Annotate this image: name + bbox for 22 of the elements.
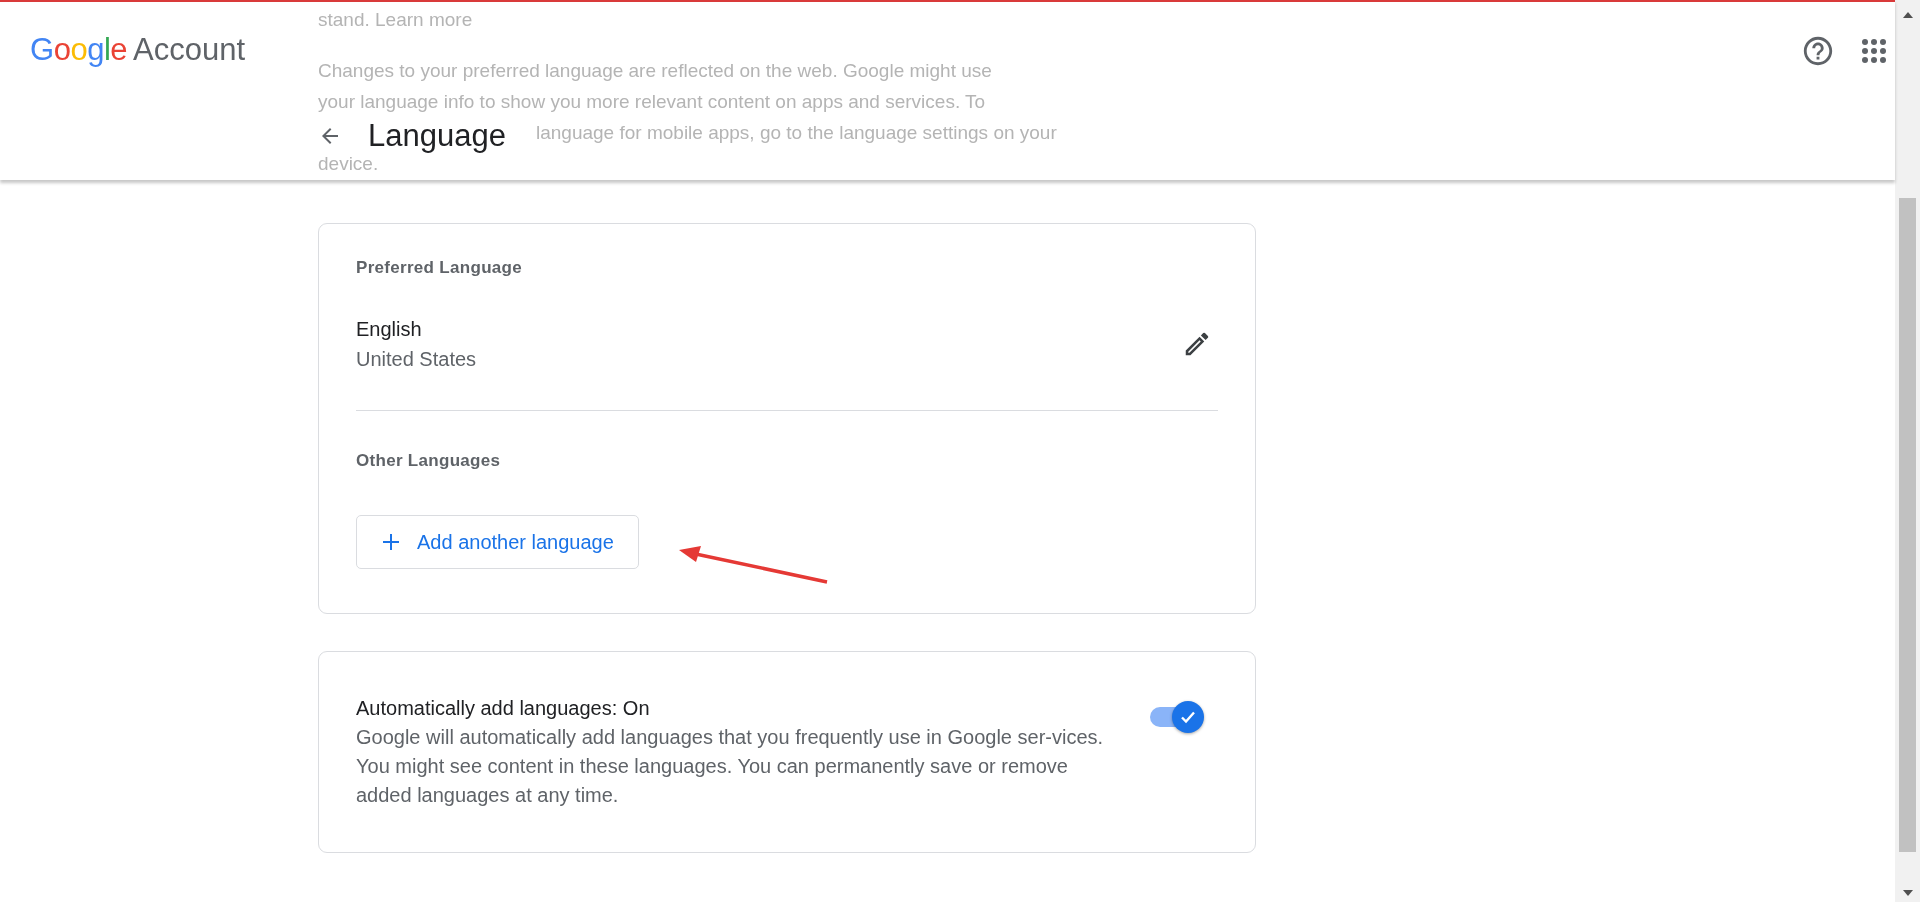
faded-text: language for mobile apps, go to the language settings on your — [536, 121, 1058, 145]
language-region: United States — [356, 347, 477, 372]
faded-text: device. — [318, 153, 380, 176]
scrollbar[interactable] — [1895, 0, 1920, 902]
section-label: Other Languages — [356, 451, 502, 471]
setting-description: Google will automatically add languages that you frequently use in Google ser-vices. You might see content in these languages. You can permanently save or remove added languages at any time. — [356, 725, 1105, 808]
toggle-switch[interactable] — [1148, 700, 1206, 734]
faded-text: stand. Learn more — [318, 8, 474, 32]
language-name: English — [356, 317, 423, 342]
faded-text: your language info to show you more relevant content on apps and services. To — [318, 90, 987, 114]
section-label: Preferred Language — [356, 258, 523, 278]
page-title: Language — [368, 118, 506, 154]
logo-text: Account — [133, 32, 246, 68]
logo-wordmark: Google — [30, 32, 127, 68]
scroll-up-icon[interactable] — [1902, 12, 1913, 18]
apps-button[interactable] — [1861, 38, 1887, 64]
faded-text: Changes to your preferred language are reflected on the web. Google might use — [318, 59, 993, 83]
add-language-button[interactable]: Add another language — [356, 515, 639, 569]
scroll-down-icon[interactable] — [1902, 890, 1913, 896]
setting-title: Automatically add languages: On — [356, 696, 651, 721]
help-button[interactable] — [1801, 34, 1835, 68]
plus-icon — [381, 532, 401, 552]
